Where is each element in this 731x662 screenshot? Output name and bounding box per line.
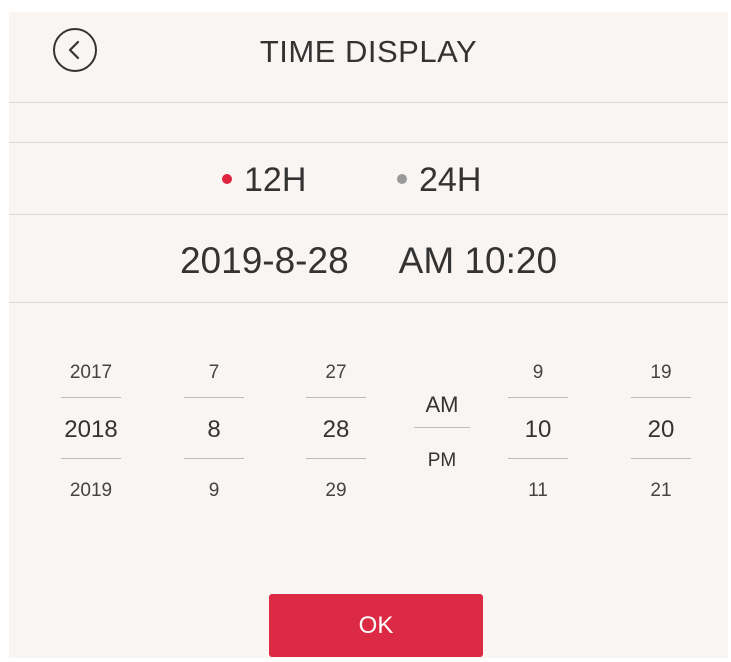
- current-datetime: 2019-8-28 AM 10:20: [9, 240, 728, 282]
- divider: [61, 397, 121, 398]
- minute-selected[interactable]: 20: [631, 416, 691, 444]
- current-date: 2019-8-28: [179, 240, 349, 281]
- day-next[interactable]: 29: [306, 480, 366, 502]
- divider: [306, 397, 366, 398]
- year-prev[interactable]: 2017: [61, 362, 121, 384]
- divider: [184, 397, 244, 398]
- minute-prev[interactable]: 19: [631, 362, 691, 384]
- divider: [414, 427, 470, 428]
- day-wheel[interactable]: 27 28 29: [306, 352, 366, 512]
- divider: [508, 397, 568, 398]
- format-option-24h[interactable]: 24H: [397, 162, 481, 198]
- month-selected[interactable]: 8: [184, 416, 244, 444]
- format-option-12h[interactable]: 12H: [222, 162, 306, 198]
- month-wheel[interactable]: 7 8 9: [184, 352, 244, 512]
- period-wheel[interactable]: AM PM: [414, 352, 470, 512]
- period-pm[interactable]: PM: [414, 450, 470, 472]
- year-next[interactable]: 2019: [61, 480, 121, 502]
- radio-unselected-icon: [397, 174, 407, 185]
- datetime-picker: 2017 2018 2019 7 8 9 27 28 29 AM PM 9 10…: [9, 352, 728, 512]
- divider: [9, 214, 728, 215]
- divider: [508, 458, 568, 459]
- month-prev[interactable]: 7: [184, 362, 244, 384]
- divider: [631, 397, 691, 398]
- page-title: TIME DISPLAY: [259, 34, 478, 69]
- minute-wheel[interactable]: 19 20 21: [631, 352, 691, 512]
- hour-next[interactable]: 11: [508, 480, 568, 502]
- minute-next[interactable]: 21: [631, 480, 691, 502]
- ok-button[interactable]: OK: [269, 594, 483, 657]
- hour-selected[interactable]: 10: [508, 416, 568, 444]
- format-selector: 12H 24H: [9, 142, 728, 214]
- hour-wheel[interactable]: 9 10 11: [508, 352, 568, 512]
- hour-prev[interactable]: 9: [508, 362, 568, 384]
- divider: [9, 102, 728, 103]
- divider: [9, 302, 728, 303]
- radio-selected-icon: [222, 174, 232, 185]
- divider: [631, 458, 691, 459]
- time-display-screen: TIME DISPLAY 12H 24H 2019-8-28 AM 10:20 2…: [9, 12, 728, 658]
- divider: [184, 458, 244, 459]
- current-time: AM 10:20: [398, 240, 558, 281]
- period-am[interactable]: AM: [414, 392, 470, 418]
- year-wheel[interactable]: 2017 2018 2019: [61, 352, 121, 512]
- header: TIME DISPLAY: [9, 12, 728, 102]
- day-selected[interactable]: 28: [306, 416, 366, 444]
- format-label-12h: 12H: [244, 161, 307, 199]
- divider: [61, 458, 121, 459]
- divider: [306, 458, 366, 459]
- year-selected[interactable]: 2018: [61, 416, 121, 444]
- format-label-24h: 24H: [419, 161, 482, 199]
- day-prev[interactable]: 27: [306, 362, 366, 384]
- month-next[interactable]: 9: [184, 480, 244, 502]
